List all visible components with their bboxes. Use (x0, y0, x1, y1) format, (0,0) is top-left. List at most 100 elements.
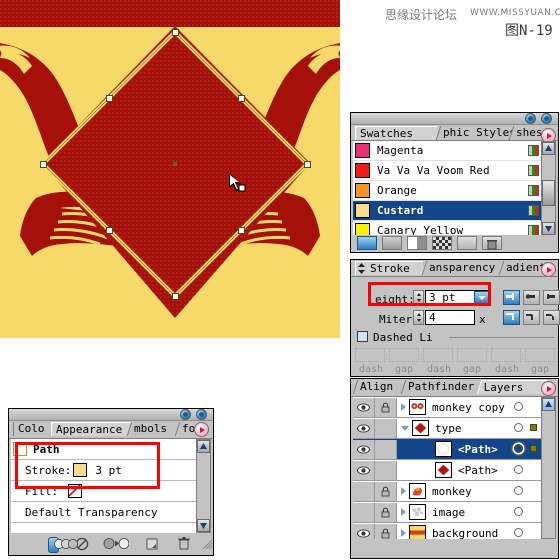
minimize-orb-icon[interactable] (525, 113, 536, 124)
layer-thumbnail[interactable] (435, 462, 452, 478)
expand-triangle-icon[interactable] (401, 425, 409, 431)
lock-toggle[interactable] (375, 481, 397, 501)
illustrator-artboard[interactable] (0, 0, 340, 350)
appearance-titlebar[interactable] (9, 409, 213, 421)
anchor-point[interactable] (238, 95, 245, 102)
layers-panel[interactable]: Align Pathfinder Layers monkey copy type… (350, 378, 559, 559)
visibility-toggle[interactable] (353, 460, 375, 480)
weight-dropdown-icon[interactable] (474, 291, 489, 304)
target-indicator-active[interactable] (514, 444, 523, 453)
show-swatch-kinds-button[interactable] (382, 236, 402, 250)
butt-cap-button[interactable] (503, 290, 520, 305)
layers-scrollbar[interactable] (541, 397, 556, 539)
anchor-point[interactable] (40, 161, 47, 168)
lock-toggle[interactable] (375, 460, 397, 480)
scroll-up-icon[interactable] (197, 440, 210, 453)
swatch-color-chip[interactable] (355, 143, 370, 158)
target-indicator[interactable] (514, 402, 523, 411)
layer-thumbnail[interactable] (412, 420, 429, 436)
stroke-color-swatch[interactable] (73, 463, 88, 477)
visibility-toggle[interactable] (353, 523, 375, 539)
scroll-up-icon[interactable] (542, 398, 555, 411)
stroke-panel[interactable]: Stroke ansparency adient eight: 3 pt Mit… (350, 259, 560, 377)
anchor-point[interactable] (172, 29, 179, 36)
weight-stepper[interactable] (413, 290, 424, 305)
layer-row[interactable]: monkey copy (353, 397, 543, 418)
swatch-row[interactable]: Canary Yellow (353, 221, 543, 236)
layer-row[interactable]: <Path> (353, 460, 543, 481)
appearance-list[interactable]: Path Stroke: 3 pt Fill: Default Transpar… (11, 439, 197, 533)
visibility-toggle[interactable] (353, 502, 375, 522)
swatch-color-chip[interactable] (355, 183, 370, 198)
anchor-point[interactable] (172, 293, 179, 300)
swatches-scrollbar[interactable] (541, 141, 556, 236)
dash-field-3[interactable] (491, 348, 521, 362)
anchor-point[interactable] (238, 227, 245, 234)
tab-layers[interactable]: Layers (476, 380, 548, 394)
swatches-titlebar[interactable] (351, 113, 558, 125)
stroke-tabrow[interactable]: Stroke ansparency adient (351, 260, 558, 277)
appearance-title-row[interactable]: Path (11, 439, 197, 460)
minimize-orb-icon[interactable] (180, 409, 191, 420)
close-orb-icon[interactable] (541, 113, 552, 124)
new-color-group-button[interactable] (407, 236, 427, 250)
visibility-toggle[interactable] (353, 481, 375, 501)
close-orb-icon[interactable] (196, 409, 207, 420)
resize-grip-icon[interactable] (201, 538, 213, 553)
visibility-toggle[interactable] (353, 439, 375, 459)
expand-triangle-icon[interactable] (401, 403, 406, 411)
swatch-row[interactable]: Va Va Va Voom Red (353, 161, 543, 181)
projecting-cap-button[interactable] (543, 290, 560, 305)
layer-row[interactable]: monkey (353, 481, 543, 502)
appearance-fill-row[interactable]: Fill: (11, 481, 197, 502)
layer-row[interactable]: image (353, 502, 543, 523)
lock-toggle[interactable] (375, 502, 397, 522)
delete-swatch-button[interactable] (482, 236, 502, 250)
layer-row[interactable]: background (353, 523, 543, 539)
dashed-line-checkbox[interactable] (357, 331, 368, 342)
layers-list[interactable]: monkey copy type <Path> <Path> monkey im… (353, 397, 543, 539)
swatch-options-button[interactable] (432, 236, 452, 250)
target-indicator[interactable] (514, 423, 523, 432)
appearance-scrollbar[interactable] (196, 439, 211, 533)
lock-toggle[interactable] (375, 397, 397, 417)
target-indicator[interactable] (514, 465, 523, 474)
layer-row-selected[interactable]: <Path> (353, 439, 543, 460)
expand-triangle-icon[interactable] (401, 487, 406, 495)
swatch-color-chip[interactable] (355, 163, 370, 178)
visibility-toggle[interactable] (353, 418, 375, 438)
layers-panel-menu-icon[interactable] (541, 381, 556, 396)
anchor-point[interactable] (106, 95, 113, 102)
round-cap-button[interactable] (523, 290, 540, 305)
swatch-row[interactable]: Magenta (353, 141, 543, 161)
dash-field-2[interactable] (423, 348, 453, 362)
appearance-panel-menu-icon[interactable] (194, 422, 209, 437)
scrollbar-thumb[interactable] (542, 180, 555, 206)
new-art-has-basic-appearance-button[interactable] (48, 537, 78, 553)
scroll-up-icon[interactable] (542, 142, 555, 155)
scroll-down-icon[interactable] (542, 222, 555, 235)
lock-toggle[interactable] (375, 523, 397, 539)
tab-swatches[interactable]: Swatches (355, 126, 437, 140)
lock-toggle[interactable] (375, 439, 397, 459)
layer-thumbnail[interactable] (409, 483, 426, 499)
appearance-stroke-row[interactable]: Stroke: 3 pt (11, 460, 197, 481)
reduce-to-basic-appearance-button[interactable] (103, 537, 130, 553)
miter-join-button[interactable] (503, 310, 520, 325)
stroke-panel-menu-icon[interactable] (541, 262, 556, 277)
tab-color[interactable]: Colo (13, 422, 51, 436)
appearance-footer[interactable] (10, 536, 213, 554)
delete-item-button[interactable] (177, 536, 191, 554)
lock-toggle[interactable] (375, 418, 397, 438)
layers-tabrow[interactable]: Align Pathfinder Layers (351, 379, 558, 397)
new-swatch-button[interactable] (457, 236, 477, 250)
layer-thumbnail[interactable] (435, 441, 452, 457)
swatches-footer[interactable] (352, 235, 558, 251)
target-indicator[interactable] (514, 528, 523, 537)
gap-field-2[interactable] (457, 348, 487, 362)
round-join-button[interactable] (523, 310, 540, 325)
swatches-panel[interactable]: Swatches phic Styles shes Magenta Va Va … (350, 112, 559, 253)
anchor-point[interactable] (304, 161, 311, 168)
appearance-panel[interactable]: Colo Appearance mbols fo Path Stroke: 3 … (8, 408, 214, 556)
layer-row[interactable]: type (353, 418, 543, 439)
